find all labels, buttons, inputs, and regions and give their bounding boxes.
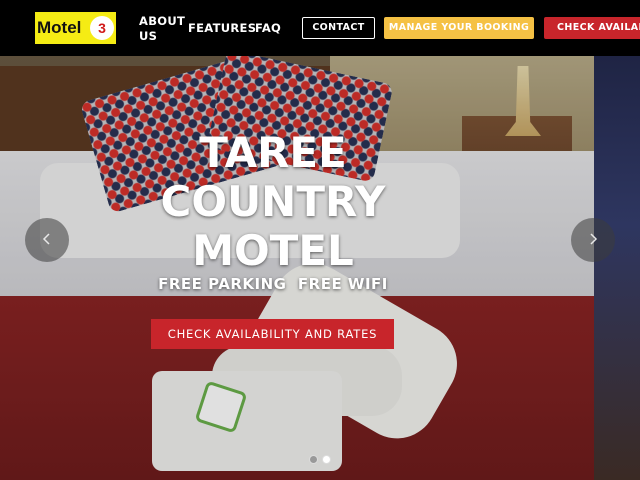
check-availability-button[interactable]: CHECK AVAILABILITY bbox=[544, 17, 640, 39]
hero-title-line-3: MOTEL bbox=[192, 226, 354, 275]
logo-text: Motel bbox=[37, 18, 82, 37]
logo-badge: 3 bbox=[90, 16, 114, 40]
chevron-left-icon bbox=[42, 233, 50, 245]
nav-features[interactable]: FEATURES bbox=[188, 21, 256, 35]
nav-faq[interactable]: FAQ bbox=[255, 21, 281, 35]
chevron-right-icon bbox=[590, 233, 598, 245]
carousel-indicators bbox=[309, 449, 335, 468]
site-header: Motel 3 ABOUT US FEATURES FAQ CONTACT MA… bbox=[0, 0, 640, 56]
carousel-next-button[interactable] bbox=[571, 218, 615, 262]
motel3-logo[interactable]: Motel 3 bbox=[35, 12, 116, 44]
nav-about-us[interactable]: ABOUT US bbox=[139, 14, 185, 44]
hero-title-line-2: COUNTRY bbox=[160, 177, 386, 226]
carousel-prev-button[interactable] bbox=[25, 218, 69, 262]
hero-subtitle: FREE PARKING FREE WIFI bbox=[158, 275, 388, 293]
manage-booking-button[interactable]: MANAGE YOUR BOOKING bbox=[384, 17, 534, 39]
hero-title: TAREE COUNTRY MOTEL bbox=[140, 128, 406, 275]
check-availability-rates-button[interactable]: CHECK AVAILABILITY AND RATES bbox=[151, 319, 394, 349]
carousel-dot-2[interactable] bbox=[322, 455, 331, 464]
carousel-dot-1[interactable] bbox=[309, 455, 318, 464]
contact-button[interactable]: CONTACT bbox=[302, 17, 375, 39]
hero-title-line-1: TAREE bbox=[199, 128, 347, 177]
hero-carousel: TAREE COUNTRY MOTEL FREE PARKING FREE WI… bbox=[0, 56, 640, 480]
